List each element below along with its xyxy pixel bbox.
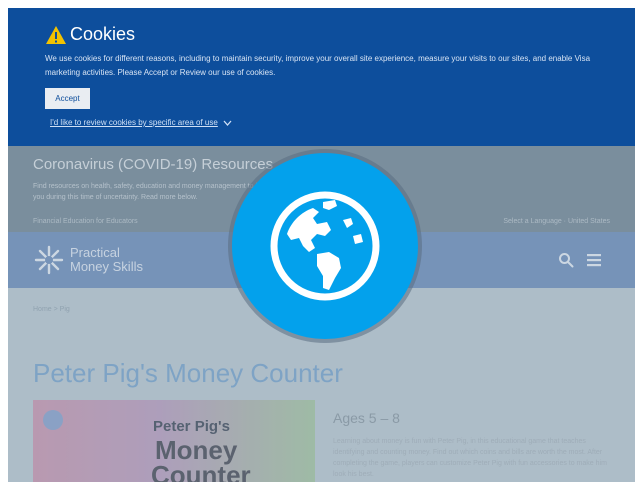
browser-frame: Coronavirus (COVID-19) Resources Find re… — [8, 8, 635, 482]
globe-badge — [232, 153, 418, 339]
cookie-title: Cookies — [70, 24, 136, 44]
globe-icon — [270, 191, 380, 301]
review-cookies-label: I'd like to review cookies by specific a… — [50, 118, 218, 127]
review-cookies-link[interactable]: I'd like to review cookies by specific a… — [50, 118, 232, 127]
cookie-banner: Cookies We use cookies for different rea… — [8, 8, 635, 146]
warning-icon — [46, 25, 66, 44]
accept-button[interactable]: Accept — [45, 88, 90, 109]
cookie-title-row: Cookies — [45, 24, 135, 45]
chevron-down-icon — [223, 120, 232, 126]
cookie-text: We use cookies for different reasons, in… — [45, 54, 591, 77]
